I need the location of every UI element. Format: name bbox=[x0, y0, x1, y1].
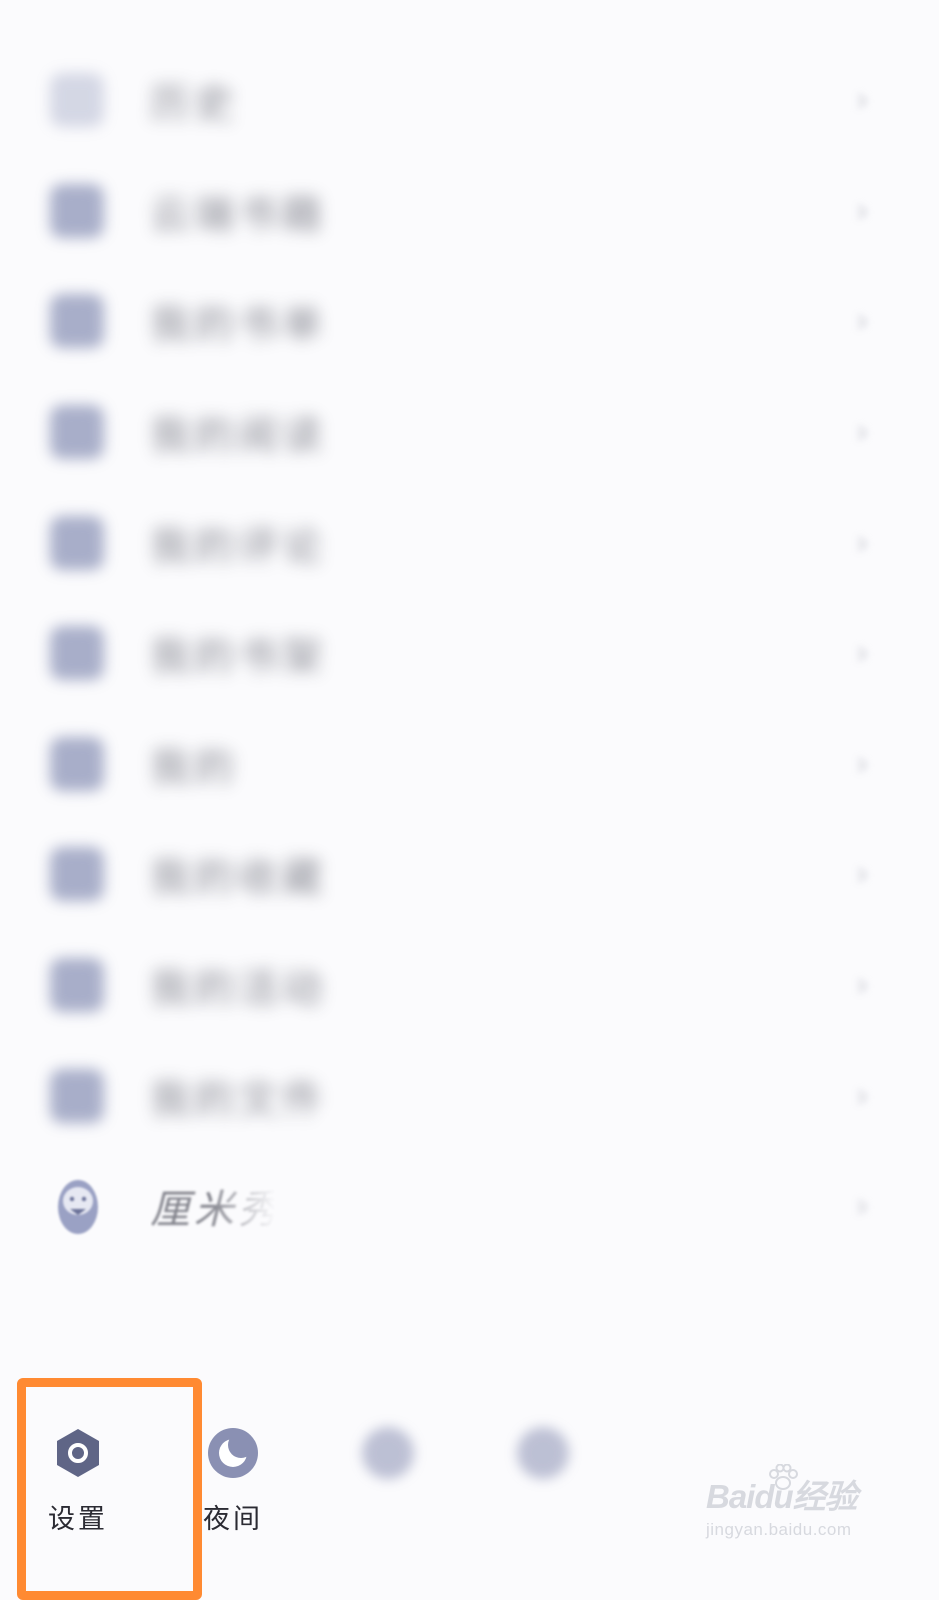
settings-highlight-box bbox=[17, 1378, 202, 1600]
menu-item-label: 厘米秀 bbox=[150, 1187, 282, 1234]
menu-item-label: 我的书单 bbox=[150, 302, 326, 349]
reading-icon bbox=[50, 405, 104, 460]
clock-icon bbox=[50, 73, 104, 128]
menu-item-history[interactable]: 历史 › bbox=[0, 45, 939, 156]
menu-item-comment[interactable]: 我的评论 › bbox=[0, 487, 939, 598]
menu-item-reading[interactable]: 我的阅读 › bbox=[0, 377, 939, 488]
menu-item-cmshow[interactable]: 厘米秀 › bbox=[0, 1151, 939, 1262]
chevron-right-icon: › bbox=[855, 965, 869, 1006]
chevron-right-icon: › bbox=[855, 412, 869, 453]
menu-item-profile[interactable]: 我的 › bbox=[0, 709, 939, 820]
person-icon bbox=[50, 736, 104, 791]
menu-item-label: 我的书架 bbox=[150, 634, 326, 681]
comment-icon bbox=[50, 515, 104, 570]
chevron-right-icon: › bbox=[855, 633, 869, 674]
chevron-right-icon: › bbox=[855, 190, 869, 231]
menu-item-label: 我的活动 bbox=[150, 966, 326, 1013]
mascot-icon bbox=[58, 1180, 98, 1235]
trophy-icon bbox=[50, 626, 104, 681]
chevron-right-icon: › bbox=[855, 1186, 869, 1227]
menu-item-label: 我的 bbox=[150, 744, 238, 791]
folder-icon bbox=[50, 1068, 104, 1123]
chevron-right-icon: › bbox=[855, 301, 869, 342]
cloud-book-icon bbox=[50, 183, 104, 238]
menu-item-book-list[interactable]: 我的书单 › bbox=[0, 266, 939, 377]
menu-item-cloud[interactable]: 云端书籍 › bbox=[0, 156, 939, 267]
paw-icon bbox=[769, 1464, 798, 1490]
shirt-icon bbox=[362, 1427, 414, 1479]
chevron-right-icon: › bbox=[855, 854, 869, 895]
menu-item-favorites[interactable]: 我的收藏 › bbox=[0, 819, 939, 930]
moon-icon bbox=[208, 1428, 258, 1478]
toolbar-tab-3[interactable] bbox=[338, 1425, 438, 1497]
menu-item-label: 我的收藏 bbox=[150, 855, 326, 902]
menu-item-label: 历史 bbox=[150, 81, 238, 128]
menu-item-label: 云端书籍 bbox=[150, 191, 326, 238]
watermark-url: jingyan.baidu.com bbox=[706, 1520, 852, 1539]
menu-item-activity[interactable]: 我的活动 › bbox=[0, 930, 939, 1041]
activity-icon bbox=[50, 958, 104, 1013]
book-list-icon bbox=[50, 294, 104, 349]
menu-item-shelf[interactable]: 我的书架 › bbox=[0, 598, 939, 709]
menu-item-label: 我的评论 bbox=[150, 523, 326, 570]
chevron-right-icon: › bbox=[855, 1075, 869, 1116]
chevron-right-icon: › bbox=[855, 743, 869, 784]
baidu-watermark: Baidu经验 jingyan.baidu.com bbox=[706, 1464, 876, 1560]
chevron-right-icon: › bbox=[855, 80, 869, 121]
app-icon bbox=[517, 1427, 569, 1479]
toolbar-tab-4[interactable] bbox=[493, 1425, 593, 1497]
menu-item-label: 我的阅读 bbox=[150, 413, 326, 460]
chevron-right-icon: › bbox=[855, 522, 869, 563]
favorite-icon bbox=[50, 847, 104, 902]
drawer-menu: 历史 › 云端书籍 › 我的书单 › 我的阅读 › 我的评论 › 我的书架 › … bbox=[0, 45, 939, 1262]
menu-item-label: 我的文件 bbox=[150, 1076, 326, 1123]
menu-item-files[interactable]: 我的文件 › bbox=[0, 1040, 939, 1151]
